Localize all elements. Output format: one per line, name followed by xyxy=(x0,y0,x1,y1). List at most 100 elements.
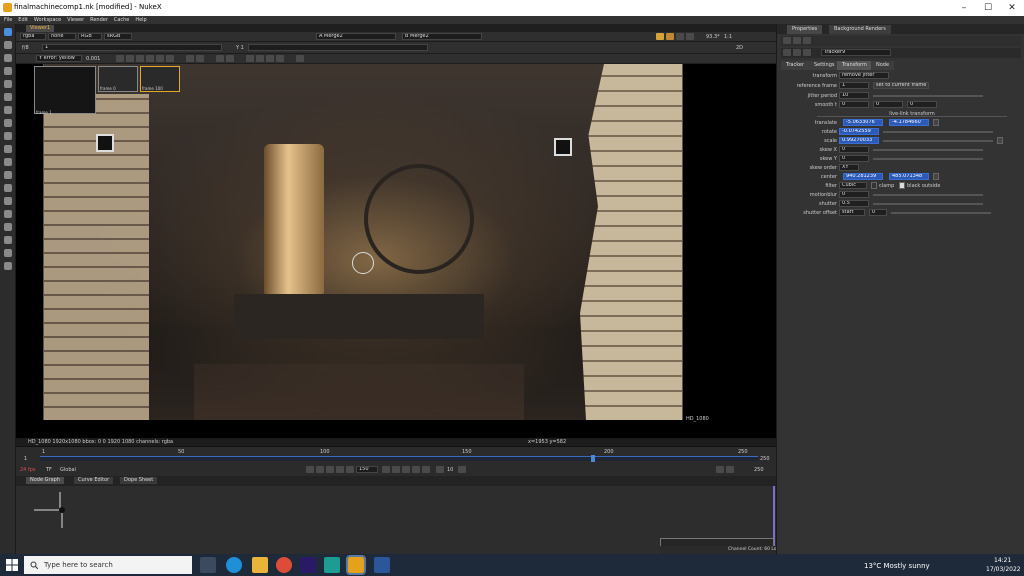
tracker-settings-icon[interactable] xyxy=(116,55,124,62)
channel-tool-icon[interactable] xyxy=(4,93,12,101)
jitter-period-field[interactable]: 10 xyxy=(839,92,869,99)
black-outside-checkbox[interactable] xyxy=(899,182,905,189)
settings-gear-icon[interactable] xyxy=(296,55,304,62)
taskbar-search-input[interactable]: Type here to search xyxy=(24,556,192,574)
center-y-field[interactable]: 485.071348 xyxy=(889,173,929,180)
tab-viewer1[interactable]: Viewer1 xyxy=(26,25,55,32)
tab-settings[interactable]: Settings xyxy=(809,61,840,70)
shutter-offset-slider[interactable] xyxy=(891,212,991,214)
goto-end-icon[interactable] xyxy=(422,466,430,473)
skew-x-slider[interactable] xyxy=(873,149,983,151)
time-tool-icon[interactable] xyxy=(4,80,12,88)
track-stop-icon[interactable] xyxy=(146,55,154,62)
tab-transform[interactable]: Transform xyxy=(837,61,872,70)
tab-background-renders[interactable]: Background Renders xyxy=(829,25,891,34)
menu-workspace[interactable]: Workspace xyxy=(34,16,61,24)
filter-tool-icon[interactable] xyxy=(4,119,12,127)
node-redo-icon[interactable] xyxy=(803,49,811,56)
next-keyframe-icon[interactable] xyxy=(412,466,420,473)
views-tool-icon[interactable] xyxy=(4,210,12,218)
weather-text[interactable]: 13°C Mostly sunny xyxy=(864,562,930,570)
center-icon[interactable] xyxy=(216,55,224,62)
filter-dropdown[interactable]: Cubic xyxy=(839,182,867,189)
skew-y-field[interactable]: 0 xyxy=(839,155,869,162)
clear-panels-icon[interactable] xyxy=(803,37,811,44)
end-frame-field[interactable]: 250 xyxy=(754,467,764,473)
lock-panel-icon[interactable] xyxy=(793,37,801,44)
playhead[interactable] xyxy=(590,455,595,462)
roi-icon[interactable] xyxy=(666,33,674,40)
node-name-field[interactable]: Tracker9 xyxy=(821,49,891,56)
draw-tool-icon[interactable] xyxy=(4,67,12,75)
view-mode-label[interactable]: 2D xyxy=(736,45,743,51)
scale-field[interactable]: 0.99270033 xyxy=(839,137,879,144)
nuke-taskbar-icon[interactable] xyxy=(346,555,366,575)
zoom-window-thumb[interactable] xyxy=(34,66,96,114)
track-next-icon[interactable] xyxy=(156,55,164,62)
close-button[interactable]: ✕ xyxy=(1000,0,1024,16)
timeline-start-field[interactable]: 1 xyxy=(24,456,27,462)
magnify-icon[interactable] xyxy=(226,55,234,62)
task-view-icon[interactable] xyxy=(200,557,216,573)
paint-tool-icon[interactable] xyxy=(4,41,12,49)
skew-y-slider[interactable] xyxy=(873,158,983,160)
shutter-field[interactable]: 0.5 xyxy=(839,200,869,207)
max-panels-icon[interactable] xyxy=(783,37,791,44)
transform-tool-icon[interactable] xyxy=(4,158,12,166)
center-anim-icon[interactable] xyxy=(933,173,939,180)
step-back-icon[interactable] xyxy=(436,466,444,473)
transform-dropdown[interactable]: remove jitter xyxy=(839,72,889,79)
smooth-s-field[interactable]: 0 xyxy=(907,101,937,108)
tab-tracker[interactable]: Tracker xyxy=(781,61,810,70)
deep-tool-icon[interactable] xyxy=(4,197,12,205)
other-tool-icon[interactable] xyxy=(4,249,12,257)
step-forward-icon[interactable] xyxy=(458,466,466,473)
track-prev-icon[interactable] xyxy=(136,55,144,62)
next-frame-icon[interactable] xyxy=(392,466,400,473)
media-encoder-icon[interactable] xyxy=(300,557,316,573)
shutter-slider[interactable] xyxy=(873,203,983,205)
set-current-frame-button[interactable]: set to current frame xyxy=(873,82,929,89)
skew-order-dropdown[interactable]: XY xyxy=(839,164,859,171)
chrome-icon[interactable] xyxy=(276,557,292,573)
channels-dropdown[interactable]: rgba xyxy=(20,33,46,40)
show-path-icon[interactable] xyxy=(256,55,264,62)
gain-slider[interactable]: 1 xyxy=(42,44,222,51)
translate-y-field[interactable]: -4.1784660 xyxy=(889,119,929,126)
keyframe-remove-icon[interactable] xyxy=(196,55,204,62)
maya-icon[interactable] xyxy=(324,557,340,573)
play-backward-icon[interactable] xyxy=(346,466,354,473)
cache-icon[interactable] xyxy=(726,466,734,473)
input-b-dropdown[interactable]: B Merge2 xyxy=(402,33,482,40)
timeline-end-field[interactable]: 250 xyxy=(760,456,770,462)
tab-node[interactable]: Node xyxy=(871,61,895,70)
center-x-field[interactable]: 940.281239 xyxy=(843,173,883,180)
smooth-t-field[interactable]: 0 xyxy=(839,101,869,108)
step-value[interactable]: 10 xyxy=(447,467,453,473)
fps-label[interactable]: 24 fps xyxy=(20,467,36,473)
menu-cache[interactable]: Cache xyxy=(114,16,130,24)
tab-curve-editor[interactable]: Curve Editor xyxy=(74,477,114,484)
menu-edit[interactable]: Edit xyxy=(18,16,28,24)
display-dropdown[interactable]: sRGB xyxy=(104,33,132,40)
rotate-field[interactable]: -0.0742559 xyxy=(839,128,879,135)
tracker-crosshair-icon[interactable] xyxy=(352,252,374,274)
guides-icon[interactable] xyxy=(676,33,684,40)
reference-frame-field[interactable]: 1 xyxy=(839,82,869,89)
clock-date[interactable]: 17/03/2022 xyxy=(986,566,1021,573)
menu-viewer[interactable]: Viewer xyxy=(67,16,84,24)
translate-anim-icon[interactable] xyxy=(933,119,939,126)
node-graph[interactable] xyxy=(16,486,776,554)
file-explorer-icon[interactable] xyxy=(252,557,268,573)
pointer-tool-icon[interactable] xyxy=(4,28,12,36)
frame-field[interactable]: 150 xyxy=(356,466,378,473)
3d-tool-icon[interactable] xyxy=(4,171,12,179)
toolsets-tool-icon[interactable] xyxy=(4,236,12,244)
global-dropdown[interactable]: Global xyxy=(60,467,76,473)
tab-dope-sheet[interactable]: Dope Sheet xyxy=(120,477,158,484)
word-icon[interactable] xyxy=(374,557,390,573)
scale-anim-icon[interactable] xyxy=(997,137,1003,144)
mask-icon[interactable] xyxy=(686,33,694,40)
tab-node-graph[interactable]: Node Graph xyxy=(26,477,64,484)
image-tool-icon[interactable] xyxy=(4,54,12,62)
